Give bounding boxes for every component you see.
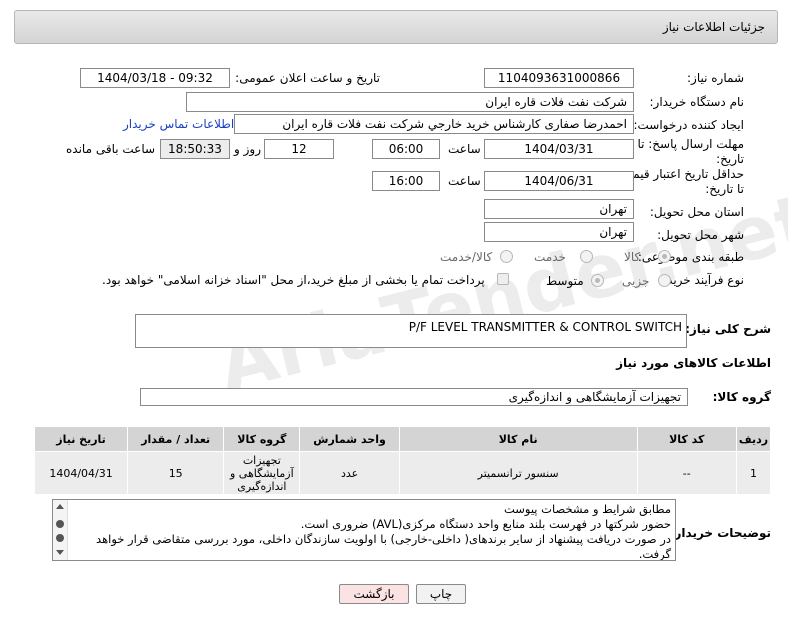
deadline-date-field: 1404/03/31: [484, 139, 634, 159]
category-label: طبقه بندی موضوعی:: [637, 250, 744, 264]
category-option-both: کالا/خدمت: [440, 250, 493, 264]
remaining-time-field: 18:50:33: [160, 139, 230, 159]
creator-field: احمدرضا صفاری کارشناس خرید خارجي شركت نف…: [234, 114, 634, 134]
category-radio-goods[interactable]: [658, 250, 671, 263]
buyer-notes-line: مطابق شرایط و مشخصات پیوست: [503, 502, 671, 516]
process-radio-medium[interactable]: [591, 274, 604, 287]
goods-section-title: اطلاعات کالاهای مورد نیاز: [616, 356, 771, 370]
treasury-note: پرداخت تمام یا بخشی از مبلغ خرید،از محل …: [102, 273, 485, 287]
col-code: کد کالا: [636, 426, 737, 452]
category-option-goods: کالا: [624, 250, 641, 264]
creator-label: ایجاد کننده درخواست:: [633, 118, 744, 132]
col-date: تاریخ نیاز: [33, 426, 129, 452]
buyer-notes-label: توضیحات خریدار:: [669, 526, 771, 540]
description-field: P/F LEVEL TRANSMITTER & CONTROL SWITCH: [135, 314, 687, 348]
cell-qty: 15: [127, 451, 225, 495]
validity-label: حداقل تاریخ اعتبار قیمت:: [617, 167, 744, 181]
process-label: نوع فرآیند خرید :: [659, 273, 744, 287]
buyer-org-field: شرکت نفت فلات قاره ایران: [186, 92, 634, 112]
table-row: 1 -- سنسور ترانسمیتر عدد تجهیزات آزمایشگ…: [33, 451, 772, 495]
goods-group-label: گروه کالا:: [712, 390, 771, 404]
col-name: نام کالا: [398, 426, 638, 452]
validity-time-label: ساعت: [448, 174, 481, 188]
buyer-contact-link[interactable]: اطلاعات تماس خریدار: [123, 117, 234, 131]
page-header: جزئیات اطلاعات نیاز: [14, 10, 778, 44]
goods-group-field: تجهیزات آزمایشگاهی و اندازه‌گیری: [140, 388, 688, 406]
cell-group: تجهیزات آزمایشگاهی و اندازه‌گیری: [223, 451, 301, 495]
province-field: تهران: [484, 199, 634, 219]
buyer-notes-line: در صورت دریافت پیشنهاد از سایر برندهای( …: [96, 532, 671, 561]
city-field: تهران: [484, 222, 634, 242]
buyer-notes-field: مطابق شرایط و مشخصات پیوست حضور شرکتها د…: [52, 499, 676, 561]
days-remaining-field: 12: [264, 139, 334, 159]
city-label: شهر محل تحویل:: [657, 228, 744, 242]
validity-time-field: 16:00: [372, 171, 440, 191]
category-radio-both[interactable]: [500, 250, 513, 263]
description-label: شرح کلی نیاز:: [685, 322, 771, 336]
col-row: ردیف: [735, 426, 772, 452]
page-title: جزئیات اطلاعات نیاز: [662, 20, 765, 34]
cell-name: سنسور ترانسمیتر: [398, 451, 638, 495]
process-option-minor: جزیی: [622, 274, 650, 288]
deadline-label: مهلت ارسال پاسخ: تا: [637, 137, 744, 151]
cell-code: --: [636, 451, 737, 495]
buyer-org-label: نام دستگاه خریدار:: [649, 95, 745, 109]
need-number-label: شماره نیاز:: [687, 71, 744, 85]
days-label: روز و: [234, 142, 261, 156]
col-qty: تعداد / مقدار: [127, 426, 225, 452]
print-button[interactable]: چاپ: [416, 584, 466, 604]
buyer-notes-line: حضور شرکتها در فهرست بلند منابع واحد دست…: [300, 517, 671, 531]
validity-label-2: تا تاریخ:: [705, 182, 744, 196]
announce-label: تاریخ و ساعت اعلان عمومی:: [235, 71, 380, 85]
col-group: گروه کالا: [223, 426, 301, 452]
cell-unit: عدد: [299, 451, 400, 495]
deadline-time-field: 06:00: [372, 139, 440, 159]
validity-date-field: 1404/06/31: [484, 171, 634, 191]
remaining-label: ساعت باقی مانده: [66, 142, 156, 156]
cell-row: 1: [735, 451, 772, 495]
back-button[interactable]: بازگشت: [339, 584, 409, 604]
process-option-medium: متوسط: [546, 274, 584, 288]
category-radio-service[interactable]: [580, 250, 593, 263]
deadline-label-2: تاریخ:: [716, 152, 744, 166]
scrollbar-arrows-icon: [56, 504, 64, 555]
deadline-time-label: ساعت: [448, 142, 481, 156]
cell-date: 1404/04/31: [33, 451, 129, 495]
province-label: استان محل تحویل:: [649, 205, 744, 219]
announce-field: 1404/03/18 - 09:32: [80, 68, 230, 88]
notes-scrollbar[interactable]: [53, 500, 68, 560]
col-unit: واحد شمارش: [299, 426, 400, 452]
process-radio-minor[interactable]: [658, 274, 671, 287]
items-table: ردیف کد کالا نام کالا واحد شمارش گروه کا…: [33, 426, 772, 495]
category-option-service: خدمت: [534, 250, 566, 264]
need-number-field: 1104093631000866: [484, 68, 634, 88]
treasury-checkbox[interactable]: [497, 273, 509, 285]
